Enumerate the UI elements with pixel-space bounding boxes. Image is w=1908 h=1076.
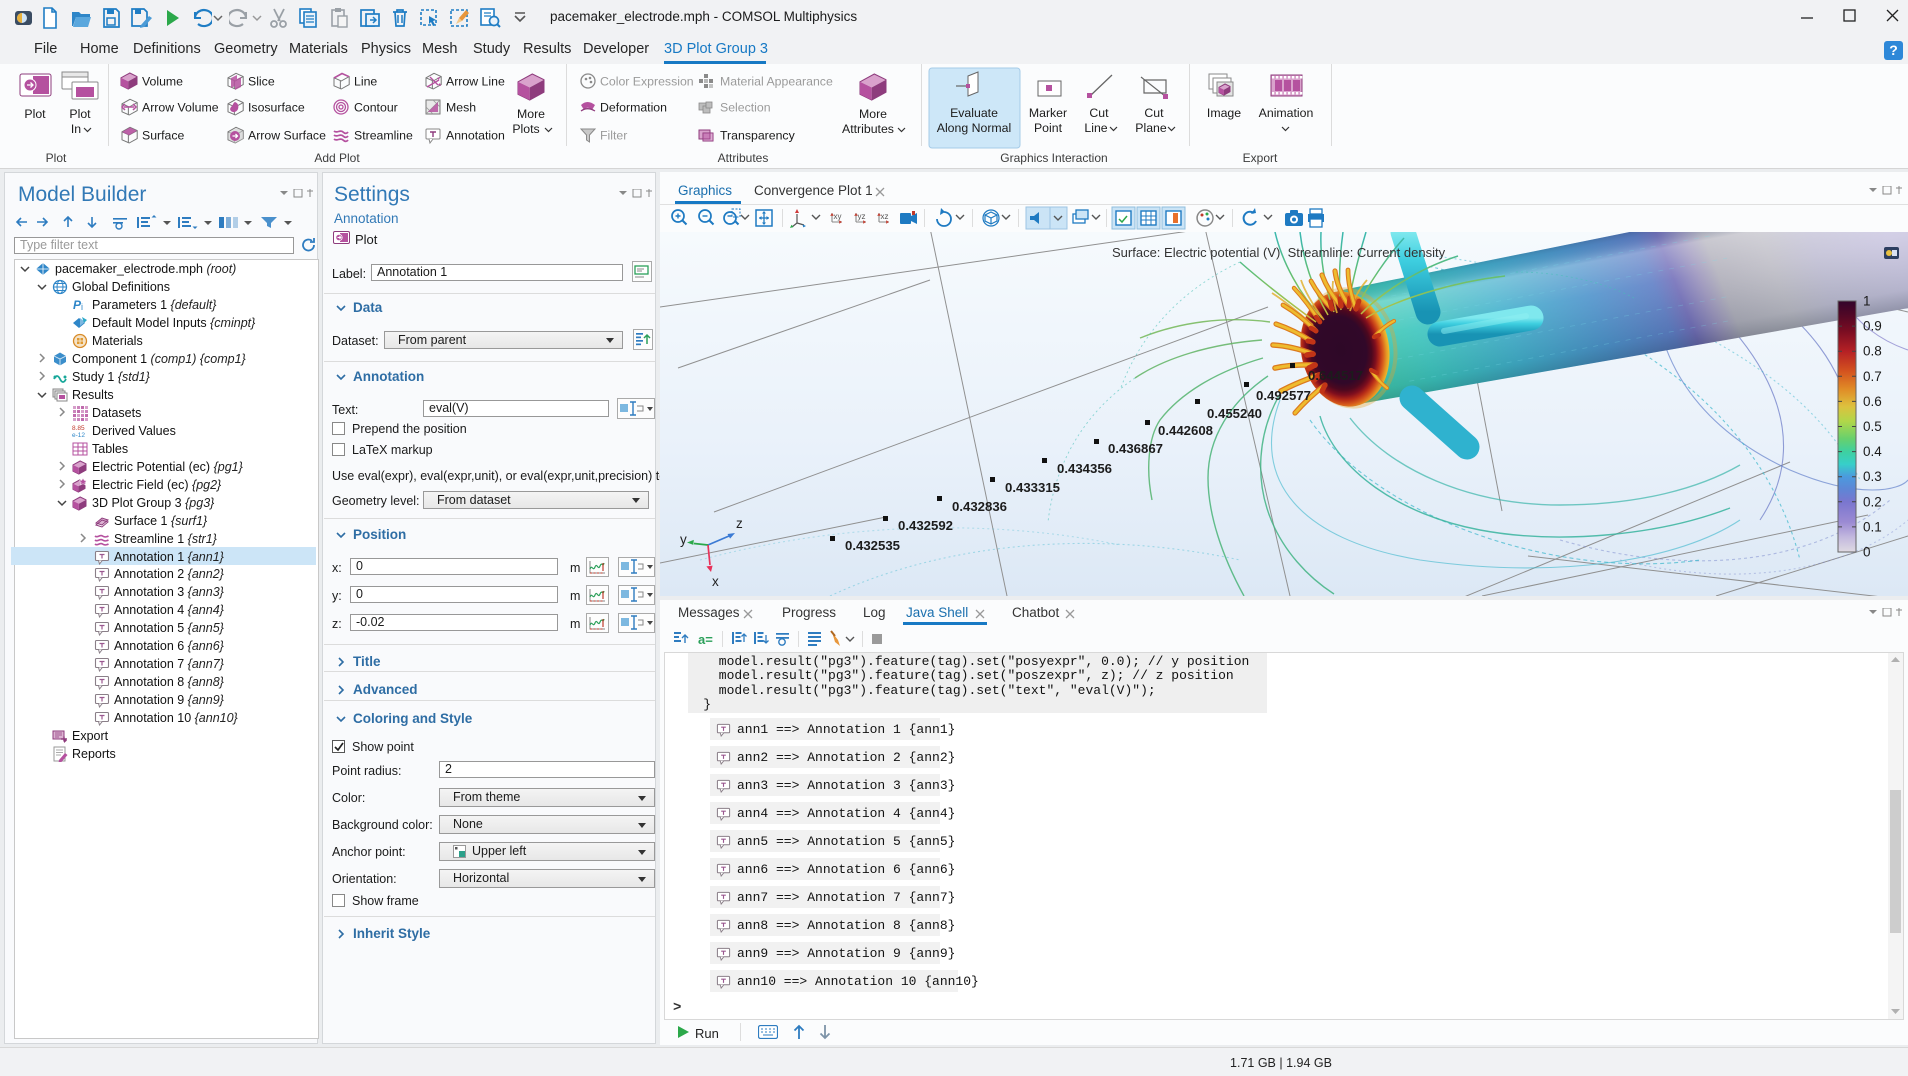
svg-text:0.9: 0.9 (1863, 319, 1882, 334)
svg-text:Point: Point (1034, 121, 1063, 135)
svg-text:Line: Line (354, 75, 377, 89)
svg-text:0.455240: 0.455240 (1207, 406, 1262, 421)
svg-text:Surface: Surface (142, 129, 185, 143)
svg-text:0.432535: 0.432535 (845, 538, 900, 553)
svg-text:0.8: 0.8 (1863, 344, 1882, 359)
svg-text:0.6: 0.6 (1863, 394, 1882, 409)
svg-text:Marker: Marker (1029, 106, 1067, 120)
svg-text:yz: yz (858, 212, 866, 221)
svg-text:0.3: 0.3 (1863, 469, 1882, 484)
svg-text:Surface: Electric potential (V: Surface: Electric potential (V) Streamli… (1112, 245, 1446, 260)
svg-text:Plot: Plot (69, 107, 91, 121)
svg-text:xz: xz (881, 212, 889, 221)
svg-text:Evaluate: Evaluate (950, 106, 998, 120)
svg-text:x: x (712, 574, 719, 589)
svg-text:Plane: Plane (1135, 121, 1167, 135)
svg-text:Volume: Volume (142, 75, 183, 89)
svg-text:Annotation: Annotation (446, 129, 505, 143)
svg-text:0.442608: 0.442608 (1158, 423, 1213, 438)
svg-text:Cut: Cut (1144, 106, 1164, 120)
svg-text:Color Expression: Color Expression (600, 75, 694, 89)
svg-text:Plot: Plot (46, 151, 67, 165)
svg-text:Deformation: Deformation (600, 101, 667, 115)
svg-text:a=: a= (698, 632, 713, 647)
svg-text:Contour: Contour (354, 101, 398, 115)
svg-text:0.4: 0.4 (1863, 444, 1882, 459)
svg-text:Material Appearance: Material Appearance (720, 75, 833, 89)
svg-text:0.492577: 0.492577 (1256, 388, 1311, 403)
svg-text:Cut: Cut (1089, 106, 1109, 120)
svg-text:0.434356: 0.434356 (1057, 461, 1112, 476)
svg-text:0.644517: 0.644517 (1308, 368, 1363, 383)
svg-text:Export: Export (1243, 151, 1278, 165)
svg-text:Mesh: Mesh (446, 101, 476, 115)
svg-text:Arrow Line: Arrow Line (446, 75, 505, 89)
svg-text:Plot: Plot (24, 107, 46, 121)
svg-text:0.433315: 0.433315 (1005, 480, 1060, 495)
svg-text:0.2: 0.2 (1863, 494, 1882, 509)
svg-text:Arrow Surface: Arrow Surface (248, 129, 326, 143)
svg-text:In: In (71, 122, 81, 136)
svg-text:0.1: 0.1 (1863, 519, 1882, 534)
svg-text:Attributes: Attributes (718, 151, 769, 165)
svg-text:More: More (859, 107, 887, 121)
svg-text:1: 1 (1863, 294, 1871, 309)
svg-text:Slice: Slice (248, 75, 275, 89)
svg-text:Plots: Plots (512, 122, 539, 136)
svg-text:Line: Line (1084, 121, 1107, 135)
svg-text:Animation: Animation (1259, 106, 1314, 120)
svg-text:0.436867: 0.436867 (1108, 441, 1163, 456)
svg-text:Arrow Volume: Arrow Volume (142, 101, 219, 115)
svg-text:Filter: Filter (600, 129, 627, 143)
svg-text:Attributes: Attributes (842, 122, 894, 136)
svg-text:Selection: Selection (720, 101, 771, 115)
svg-text:0: 0 (1863, 545, 1871, 560)
svg-text:y: y (680, 532, 687, 547)
svg-text:xy: xy (834, 212, 842, 221)
svg-text:z: z (736, 516, 743, 531)
svg-text:Image: Image (1207, 106, 1241, 120)
svg-text:0.7: 0.7 (1863, 369, 1882, 384)
svg-text:Isosurface: Isosurface (248, 101, 305, 115)
svg-text:0.5: 0.5 (1863, 419, 1882, 434)
svg-text:Transparency: Transparency (720, 129, 796, 143)
svg-text:0.432592: 0.432592 (898, 518, 953, 533)
svg-text:Streamline: Streamline (354, 129, 413, 143)
svg-text:More: More (517, 107, 545, 121)
svg-text:0.432836: 0.432836 (952, 499, 1007, 514)
svg-text:Along Normal: Along Normal (937, 121, 1012, 135)
svg-text:Graphics Interaction: Graphics Interaction (1000, 151, 1107, 165)
svg-text:Add Plot: Add Plot (314, 151, 360, 165)
